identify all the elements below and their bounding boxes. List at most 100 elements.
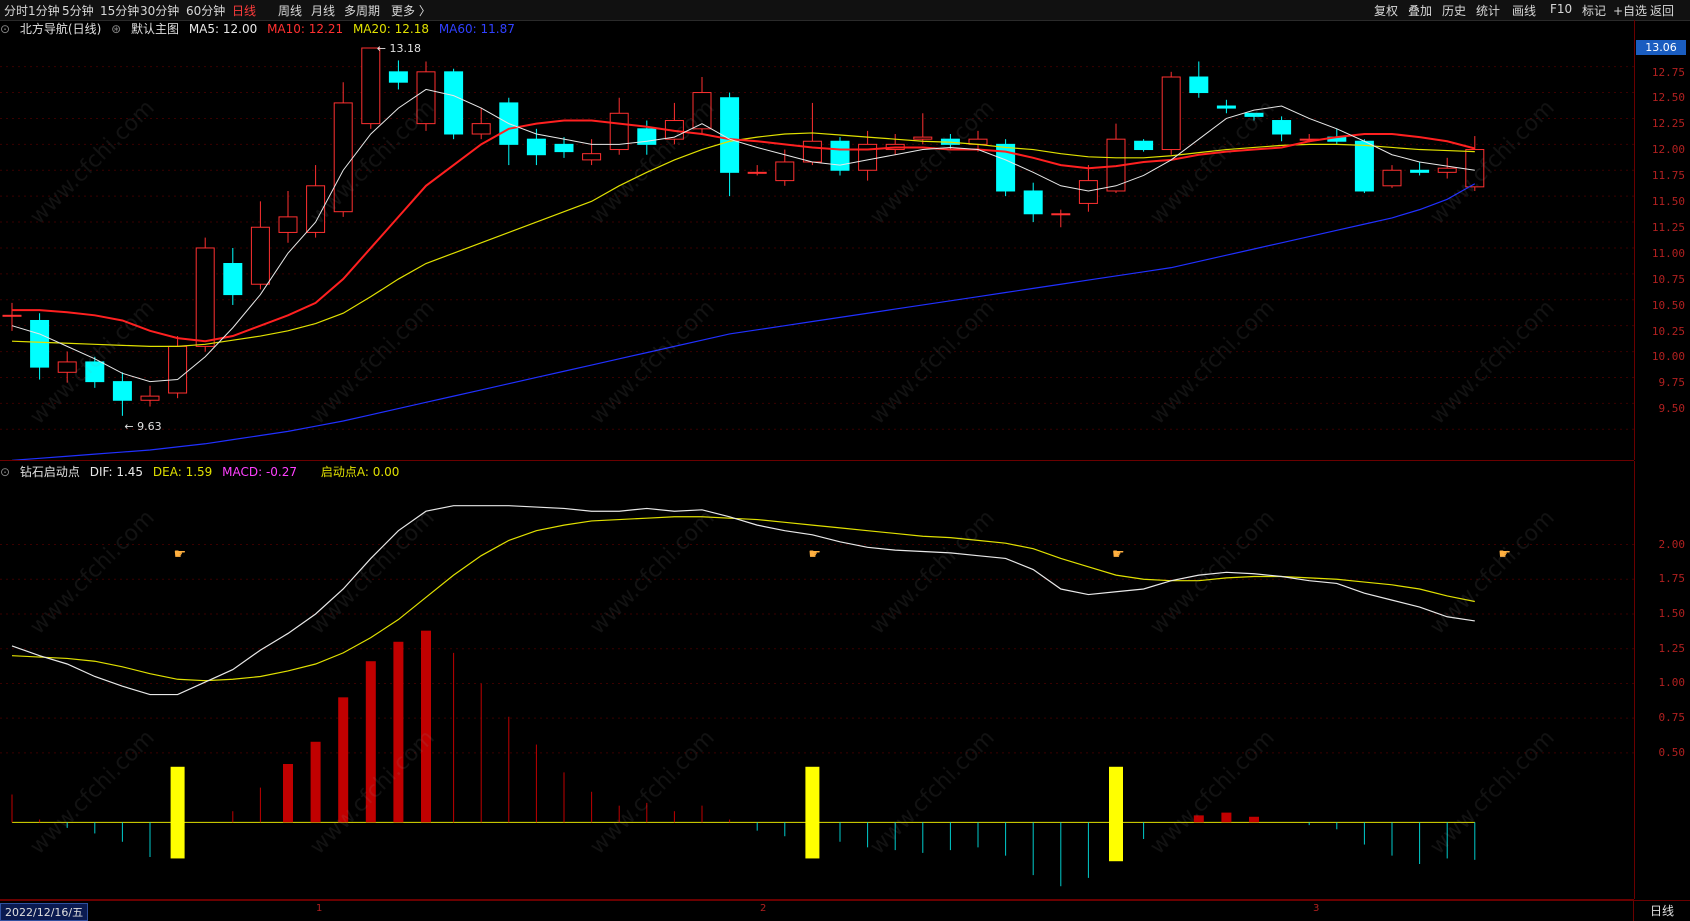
macd-bar (421, 630, 431, 823)
period-tab[interactable]: 月线 (311, 2, 335, 19)
price-tick-label: 11.25 (1651, 220, 1685, 234)
tool-button[interactable]: 返回 (1650, 2, 1674, 19)
price-tick-label: 9.75 (1658, 376, 1686, 390)
price-tick-label: 12.25 (1651, 117, 1685, 131)
tool-button[interactable]: 标记 (1582, 2, 1606, 19)
price-tick-label: 10.00 (1651, 350, 1685, 364)
macd-bar (365, 661, 376, 823)
candle-body (168, 345, 188, 394)
tool-button[interactable]: 叠加 (1408, 2, 1432, 19)
current-price-tag: 13.06 (1636, 40, 1686, 55)
candle-body (1161, 76, 1181, 151)
price-tick-label: 10.75 (1651, 272, 1685, 286)
period-tab[interactable]: 日线 (232, 2, 256, 19)
ma5-line (11, 88, 1475, 383)
collapse-icon[interactable]: ⊙ (0, 22, 10, 36)
tool-button[interactable]: 统计 (1476, 2, 1500, 19)
hand-pointer-icon: ☛ (174, 547, 187, 563)
month-mark: 3 (1313, 903, 1320, 914)
candle-body (582, 153, 602, 161)
ma5-value: MA5: 12.00 (188, 22, 258, 36)
collapse-icon[interactable]: ⊙ (0, 465, 10, 479)
candle-body (526, 138, 546, 156)
tool-button[interactable]: F10 (1550, 2, 1572, 16)
candle-body (2, 314, 22, 317)
candle-body (1410, 169, 1430, 173)
dea-value: DEA: 1.59 (152, 465, 213, 479)
ma10-value: MA10: 12.21 (267, 22, 344, 36)
candle-body (112, 381, 132, 401)
high-price-label: ← 13.18 (377, 42, 421, 55)
indicator-chart[interactable]: ☛ ☛ ☛ ☛ (0, 479, 1634, 899)
ma60-value: MA60: 11.87 (438, 22, 515, 36)
indicator-axis: 2.00 1.75 1.50 1.25 1.00 0.75 0.50 (1634, 461, 1690, 899)
indicator-name[interactable]: 钻石启动点 (20, 465, 80, 479)
period-tab[interactable]: 更多 〉 (391, 2, 431, 19)
candle-body (554, 143, 574, 153)
candle-body (361, 47, 381, 125)
candle-body (720, 97, 740, 173)
candle-body (85, 361, 105, 383)
candle-body (250, 226, 270, 285)
indicator-tick-label: 0.50 (1658, 745, 1686, 759)
candle-body (802, 140, 822, 163)
period-tab[interactable]: 60分钟 (186, 2, 225, 19)
macd-bar (1221, 812, 1232, 823)
candle-body (140, 395, 160, 401)
price-tick-label: 12.00 (1651, 143, 1685, 157)
price-tick-label: 11.00 (1651, 246, 1685, 260)
tool-button[interactable]: 画线 (1512, 2, 1536, 19)
candle-body (333, 102, 353, 213)
candle-body (830, 140, 850, 171)
indicator-tick-label: 1.00 (1658, 676, 1686, 690)
candle-body (1216, 105, 1236, 109)
dif-value: DIF: 1.45 (89, 465, 144, 479)
period-tab[interactable]: 1分钟 (28, 2, 60, 19)
candle-body (1051, 213, 1071, 216)
candle-body (416, 71, 436, 125)
month-mark: 1 (316, 903, 323, 914)
template-icon[interactable]: ⊛ (111, 22, 121, 36)
price-tick-label: 11.75 (1651, 169, 1685, 183)
dif-line (11, 505, 1475, 696)
ma60-line (11, 183, 1476, 460)
tool-button[interactable]: 历史 (1442, 2, 1466, 19)
candle-body (1465, 149, 1485, 188)
candle-body (1382, 169, 1402, 187)
macd-bar (1193, 815, 1204, 823)
candle-body (1354, 140, 1374, 192)
period-tab[interactable]: 15分钟 (100, 2, 139, 19)
period-tab[interactable]: 多周期 (344, 2, 380, 19)
period-tab[interactable]: 分时 (4, 2, 28, 19)
hand-pointer-icon: ☛ (1112, 547, 1125, 563)
template-name[interactable]: 默认主图 (131, 22, 179, 36)
ma20-line (11, 132, 1475, 347)
indicator-tick-label: 1.75 (1658, 572, 1686, 586)
price-tick-label: 12.50 (1651, 91, 1685, 105)
hand-pointer-icon: ☛ (1498, 547, 1511, 563)
period-selector[interactable]: 日线 (1633, 901, 1690, 921)
indicator-tick-label: 1.25 (1658, 641, 1686, 655)
price-tick-label: 10.50 (1651, 298, 1685, 312)
candle-body (1134, 140, 1154, 151)
period-tab[interactable]: 30分钟 (140, 2, 179, 19)
indicator-tick-label: 0.75 (1658, 711, 1686, 725)
macd-bar (1249, 816, 1259, 823)
candle-body (1023, 190, 1043, 215)
tool-button[interactable]: 复权 (1374, 2, 1398, 19)
price-tick-label: 11.50 (1651, 195, 1685, 209)
main-price-axis: 13.0012.7512.5012.2512.0011.7511.5011.25… (1634, 20, 1690, 460)
candle-body (1244, 112, 1264, 117)
start-point-value: 启动点A: 0.00 (320, 465, 400, 479)
indicator-tick-label: 2.00 (1658, 537, 1686, 551)
price-tick-label: 10.25 (1651, 324, 1685, 338)
price-tick-label: 12.75 (1651, 65, 1685, 79)
tool-button[interactable]: +自选 (1613, 2, 1647, 19)
main-info-line: ⊙ 北方导航(日线) ⊛ 默认主图 MA5: 12.00 MA10: 12.21… (0, 20, 521, 38)
main-candlestick-chart[interactable]: ← 13.18 ← 9.63 (0, 40, 1634, 460)
period-tab[interactable]: 周线 (278, 2, 302, 19)
period-tab[interactable]: 5分钟 (62, 2, 94, 19)
macd-bar (310, 741, 321, 823)
candle-body (913, 136, 933, 140)
cursor-date: 2022/12/16/五 (0, 903, 89, 921)
